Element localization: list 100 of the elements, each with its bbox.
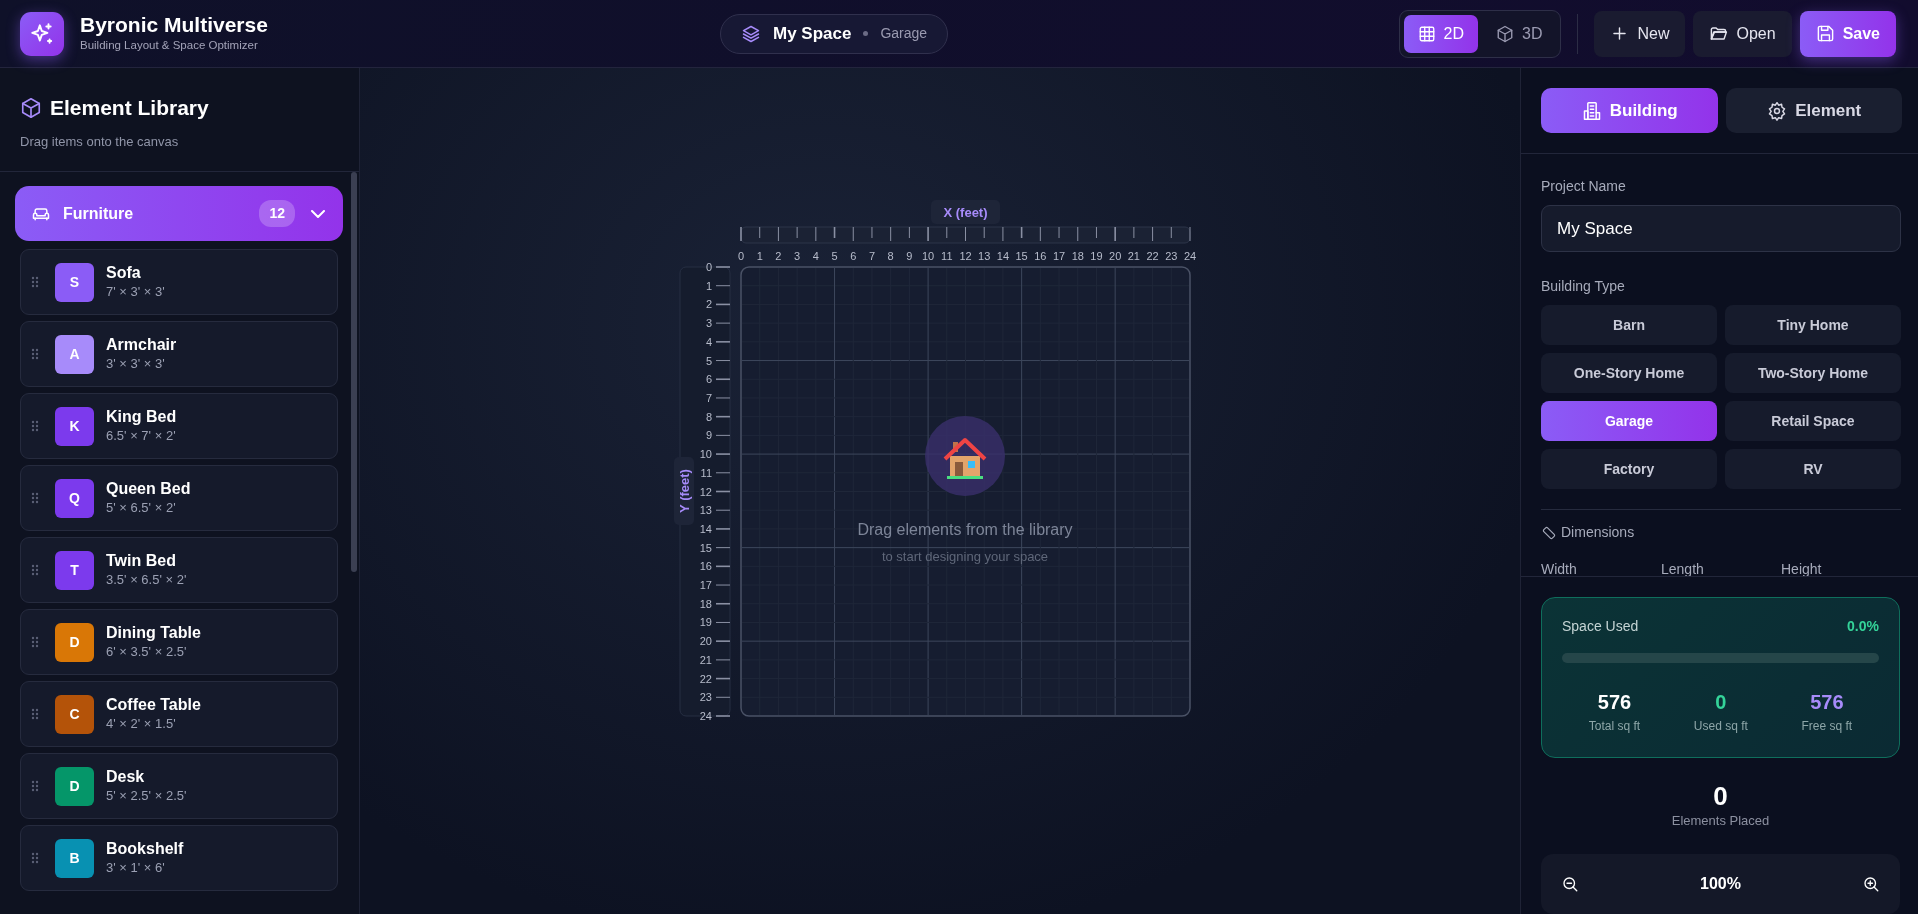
zoom-in-button[interactable] xyxy=(1862,875,1880,893)
empty-state-title: Drag elements from the library xyxy=(857,521,1073,539)
drag-handle-icon[interactable] xyxy=(31,636,39,649)
breadcrumb-pill[interactable]: My Space Garage xyxy=(720,13,949,54)
building-type-option[interactable]: Factory xyxy=(1541,449,1717,490)
panel-tab[interactable]: Element xyxy=(1726,88,1902,134)
cube-icon xyxy=(1496,24,1514,43)
scrollbar[interactable] xyxy=(351,172,357,573)
empty-state-subtitle: to start designing your space xyxy=(881,549,1049,565)
ruler-icon xyxy=(1541,524,1557,541)
building-type-option[interactable]: One-Story Home xyxy=(1541,353,1717,394)
drag-handle-icon[interactable] xyxy=(31,276,39,289)
ruler-label: 9 xyxy=(906,250,913,263)
elements-caption: Elements Placed xyxy=(1670,811,1771,830)
ruler-label: 1 xyxy=(705,279,712,292)
canvas-grid[interactable] xyxy=(740,266,1191,717)
library-item[interactable]: T Twin Bed 3.5' × 6.5' × 2' xyxy=(20,537,338,604)
ruler-label: 24 xyxy=(1183,250,1197,263)
building-type-option[interactable]: Tiny Home xyxy=(1725,305,1901,346)
sparkle-icon xyxy=(29,20,55,47)
cube-icon xyxy=(20,96,42,119)
project-name-field[interactable]: My Space xyxy=(1541,205,1901,253)
panel-title: Element Library xyxy=(50,95,209,122)
folder-button[interactable]: Open xyxy=(1693,10,1792,57)
ruler-label: 21 xyxy=(1127,250,1140,263)
axis-label: X (feet) xyxy=(931,200,1000,225)
building-type-option[interactable]: Retail Space xyxy=(1725,401,1901,442)
building-type-option[interactable]: Two-Story Home xyxy=(1725,353,1901,394)
ruler-label: 3 xyxy=(794,250,801,263)
ruler-label: 23 xyxy=(1165,250,1178,263)
zoom-level: 100% xyxy=(1700,874,1741,894)
ruler-label: 18 xyxy=(1071,250,1084,263)
ruler-label: 5 xyxy=(705,354,712,367)
item-dimensions: 5' × 6.5' × 2' xyxy=(106,499,177,517)
panel-tab[interactable]: Building xyxy=(1541,88,1719,134)
ruler-label: 8 xyxy=(887,250,894,263)
item-swatch: B xyxy=(55,838,94,878)
ruler-label: 20 xyxy=(1109,250,1122,263)
drag-handle-icon[interactable] xyxy=(31,852,39,865)
app-subtitle: Building Layout & Space Optimizer xyxy=(80,37,259,53)
building-type-option[interactable]: Garage xyxy=(1541,401,1717,442)
ruler-label: 4 xyxy=(705,335,712,348)
item-dimensions: 6.5' × 7' × 2' xyxy=(106,427,177,445)
item-swatch: T xyxy=(55,550,94,590)
building-type-option[interactable]: RV xyxy=(1725,449,1901,490)
library-item[interactable]: K King Bed 6.5' × 7' × 2' xyxy=(20,393,338,460)
drag-handle-icon[interactable] xyxy=(31,564,39,577)
ruler-label: 0 xyxy=(705,261,712,274)
building-type-option[interactable]: Barn xyxy=(1541,305,1717,346)
ruler-label: 13 xyxy=(978,250,991,263)
ruler-label: 15 xyxy=(699,541,712,554)
item-name: Coffee Table xyxy=(106,694,201,714)
ruler-label: 9 xyxy=(705,429,712,442)
item-dimensions: 6' × 3.5' × 2.5' xyxy=(106,643,188,661)
library-item[interactable]: A Armchair 3' × 3' × 3' xyxy=(20,321,338,388)
zoom-out-button[interactable] xyxy=(1561,875,1579,893)
drag-handle-icon[interactable] xyxy=(31,420,39,433)
library-item[interactable]: S Sofa 7' × 3' × 3' xyxy=(20,249,338,316)
item-dimensions: 7' × 3' × 3' xyxy=(106,283,165,301)
item-name: Armchair xyxy=(106,334,177,354)
ruler-label: 5 xyxy=(831,250,838,263)
drag-handle-icon[interactable] xyxy=(31,492,39,505)
section-label: Dimensions xyxy=(1561,523,1635,543)
grid-icon xyxy=(1417,24,1436,43)
view-tab[interactable]: 2D xyxy=(1403,14,1478,53)
axis-label: Y (feet) xyxy=(674,457,694,526)
item-dimensions: 3' × 1' × 6' xyxy=(106,859,166,877)
item-swatch: A xyxy=(55,334,94,374)
library-item[interactable]: B Bookshelf 3' × 1' × 6' xyxy=(20,825,338,892)
save-icon xyxy=(1815,24,1835,44)
library-item[interactable]: D Desk 5' × 2.5' × 2.5' xyxy=(20,753,338,820)
ruler-label: 6 xyxy=(705,373,712,386)
count-badge: 12 xyxy=(259,200,295,228)
library-item[interactable]: D Dining Table 6' × 3.5' × 2.5' xyxy=(20,609,338,676)
zoom-in-icon xyxy=(1862,875,1880,893)
plus-button[interactable]: New xyxy=(1594,10,1686,57)
ruler-label: 17 xyxy=(1052,250,1066,263)
ruler-label: 12 xyxy=(959,250,972,263)
save-button[interactable]: Save xyxy=(1799,10,1896,57)
library-item[interactable]: Q Queen Bed 5' × 6.5' × 2' xyxy=(20,465,338,532)
drag-handle-icon[interactable] xyxy=(31,780,39,793)
item-swatch: S xyxy=(55,262,94,302)
ruler-label: 6 xyxy=(850,250,857,263)
ruler-label: 19 xyxy=(1090,250,1103,263)
field-label: Building Type xyxy=(1541,277,1626,297)
library-item[interactable]: C Coffee Table 4' × 2' × 1.5' xyxy=(20,681,338,748)
view-tab[interactable]: 3D xyxy=(1482,14,1557,53)
item-dimensions: 3' × 3' × 3' xyxy=(106,355,166,373)
category-header[interactable]: Furniture 12 xyxy=(15,186,343,242)
ruler-label: 18 xyxy=(699,597,712,610)
drag-handle-icon[interactable] xyxy=(31,348,39,361)
field-label: Project Name xyxy=(1541,177,1627,197)
project-name: My Space xyxy=(773,22,852,45)
item-name: Sofa xyxy=(106,262,142,282)
ruler-label: 10 xyxy=(921,250,935,263)
ruler-label: 1 xyxy=(756,250,763,263)
item-swatch: C xyxy=(55,694,94,734)
ruler-label: 13 xyxy=(699,504,712,517)
stat-value: 576 xyxy=(1596,689,1633,715)
drag-handle-icon[interactable] xyxy=(31,708,39,721)
